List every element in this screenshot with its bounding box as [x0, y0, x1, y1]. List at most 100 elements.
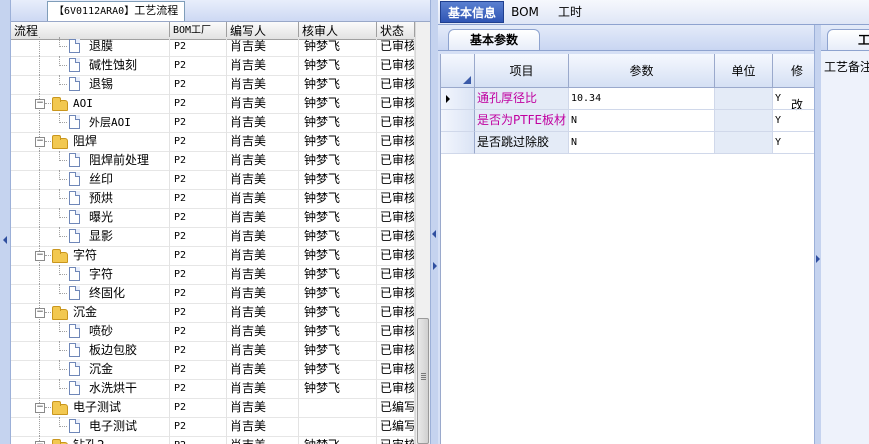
process-name-cell[interactable]: 曝光 [11, 208, 170, 227]
process-name-cell[interactable]: 终固化 [11, 284, 170, 303]
reviewer-cell: 钟梦飞 [299, 379, 377, 398]
process-name-cell[interactable]: − 阻焊 [11, 132, 170, 151]
tree-row[interactable]: 显影 P2 肖吉美 钟梦飞 已审核 [11, 227, 415, 247]
tree-row[interactable]: 电子测试 P2 肖吉美 已编写 [11, 417, 415, 437]
writer-cell: 肖吉美 [227, 284, 299, 303]
bom-factory-cell: P2 [170, 284, 227, 303]
document-icon [69, 324, 80, 338]
splitter-right-arrow-icon[interactable] [816, 255, 820, 263]
param-modify-cell[interactable]: Y [773, 88, 815, 110]
param-modify-cell[interactable]: Y [773, 110, 815, 132]
left-collapse-strip[interactable] [0, 0, 11, 444]
tree-row[interactable]: − 字符 P2 肖吉美 钟梦飞 已审核 [11, 246, 415, 266]
document-icon [69, 77, 80, 91]
tree-row[interactable]: 退膜 P2 肖吉美 钟梦飞 已审核 [11, 37, 415, 57]
tree-row[interactable]: 字符 P2 肖吉美 钟梦飞 已审核 [11, 265, 415, 285]
collapse-node-icon[interactable]: − [35, 251, 45, 261]
splitter-left-arrow-icon[interactable] [432, 230, 436, 238]
process-name-cell[interactable]: 碱性蚀刻 [11, 56, 170, 75]
bom-factory-cell: P2 [170, 246, 227, 265]
row-selector[interactable] [441, 132, 475, 154]
collapse-node-icon[interactable]: − [35, 99, 45, 109]
param-col-value[interactable]: 参数 [569, 54, 715, 88]
param-value-cell[interactable]: N [569, 110, 715, 132]
document-icon [69, 153, 80, 167]
collapse-node-icon[interactable]: − [35, 308, 45, 318]
tree-row[interactable]: − AOI P2 肖吉美 钟梦飞 已审核 [11, 94, 415, 114]
process-name-cell[interactable]: − 字符 [11, 246, 170, 265]
tree-row[interactable]: − 电子测试 P2 肖吉美 已编写 [11, 398, 415, 418]
tab-process-remark[interactable]: 工 [827, 29, 869, 50]
process-name-cell[interactable]: 显影 [11, 227, 170, 246]
tree-row[interactable]: 沉金 P2 肖吉美 钟梦飞 已审核 [11, 360, 415, 380]
tab-basic-info[interactable]: 基本信息 [440, 1, 504, 23]
param-col-unit[interactable]: 单位 [715, 54, 773, 88]
splitter-right-arrow-icon[interactable] [433, 262, 437, 270]
tree-row[interactable]: 预烘 P2 肖吉美 钟梦飞 已审核 [11, 189, 415, 209]
writer-cell: 肖吉美 [227, 208, 299, 227]
row-header-corner[interactable] [441, 54, 475, 88]
status-cell: 已审核 [377, 208, 415, 227]
row-selector[interactable] [441, 88, 475, 110]
param-row[interactable]: 是否为PTFE板材 N Y [441, 110, 815, 132]
bom-factory-cell: P2 [170, 322, 227, 341]
process-name-cell[interactable]: 退锡 [11, 75, 170, 94]
tree-row[interactable]: 外层AOI P2 肖吉美 钟梦飞 已审核 [11, 113, 415, 133]
process-name-cell[interactable]: 沉金 [11, 360, 170, 379]
reviewer-cell: 钟梦飞 [299, 75, 377, 94]
param-col-item[interactable]: 项目 [475, 54, 569, 88]
tab-bom[interactable]: BOM [508, 1, 542, 23]
tree-row[interactable]: − 沉金 P2 肖吉美 钟梦飞 已审核 [11, 303, 415, 323]
process-name-cell[interactable]: −钻孔2 [11, 436, 170, 444]
tree-row[interactable]: 板边包胶 P2 肖吉美 钟梦飞 已审核 [11, 341, 415, 361]
process-name-cell[interactable]: 预烘 [11, 189, 170, 208]
tree-row[interactable]: −钻孔2P2肖吉美钟梦飞已审核 [11, 436, 415, 444]
param-modify-cell[interactable]: Y [773, 132, 815, 154]
collapse-node-icon[interactable]: − [35, 403, 45, 413]
process-name-cell[interactable]: 字符 [11, 265, 170, 284]
tree-vertical-scrollbar[interactable] [415, 22, 431, 444]
tab-basic-params[interactable]: 基本参数 [448, 29, 540, 50]
select-all-icon [463, 76, 471, 84]
param-row[interactable]: 通孔厚径比 10.34 Y [441, 88, 815, 110]
tab-process-flow[interactable]: 【6V0112ARA0】工艺流程 [47, 1, 186, 21]
reviewer-cell: 钟梦飞 [299, 113, 377, 132]
tree-row[interactable]: 水洗烘干 P2 肖吉美 钟梦飞 已审核 [11, 379, 415, 399]
tree-row[interactable]: 喷砂 P2 肖吉美 钟梦飞 已审核 [11, 322, 415, 342]
tree-row[interactable]: 碱性蚀刻 P2 肖吉美 钟梦飞 已审核 [11, 56, 415, 76]
process-name-cell[interactable]: − 电子测试 [11, 398, 170, 417]
collapse-left-icon[interactable] [3, 236, 7, 244]
process-name-cell[interactable]: 退膜 [11, 37, 170, 56]
process-name-cell[interactable]: 板边包胶 [11, 341, 170, 360]
param-row[interactable]: 是否跳过除胶 N Y [441, 132, 815, 154]
tree-row[interactable]: 曝光 P2 肖吉美 钟梦飞 已审核 [11, 208, 415, 228]
row-selector[interactable] [441, 110, 475, 132]
process-name-cell[interactable]: − 沉金 [11, 303, 170, 322]
tree-row[interactable]: 退锡 P2 肖吉美 钟梦飞 已审核 [11, 75, 415, 95]
document-icon [69, 115, 80, 129]
tree-row[interactable]: 阻焊前处理 P2 肖吉美 钟梦飞 已审核 [11, 151, 415, 171]
tree-row[interactable]: 丝印 P2 肖吉美 钟梦飞 已审核 [11, 170, 415, 190]
process-name-cell[interactable]: 丝印 [11, 170, 170, 189]
tree-row[interactable]: − 阻焊 P2 肖吉美 钟梦飞 已审核 [11, 132, 415, 152]
param-col-modify[interactable]: 修改 [773, 54, 815, 112]
tree-row[interactable]: 终固化 P2 肖吉美 钟梦飞 已审核 [11, 284, 415, 304]
reviewer-cell: 钟梦飞 [299, 322, 377, 341]
tab-work-hours[interactable]: 工时 [552, 1, 588, 23]
status-cell: 已审核 [377, 341, 415, 360]
process-name-cell[interactable]: 喷砂 [11, 322, 170, 341]
process-name-cell[interactable]: 电子测试 [11, 417, 170, 436]
left-tab-bar: 【6V0112ARA0】工艺流程 [11, 0, 430, 22]
process-name-cell[interactable]: 水洗烘干 [11, 379, 170, 398]
document-icon [69, 267, 80, 281]
tree-line [59, 331, 67, 332]
process-name-label: 水洗烘干 [89, 381, 138, 395]
param-value-cell[interactable]: 10.34 [569, 88, 715, 110]
process-name-cell[interactable]: 外层AOI [11, 113, 170, 132]
collapse-node-icon[interactable]: − [35, 137, 45, 147]
scrollbar-thumb[interactable] [417, 318, 429, 444]
param-value-cell[interactable]: N [569, 132, 715, 154]
process-name-label: 外层AOI [89, 116, 131, 129]
process-name-cell[interactable]: 阻焊前处理 [11, 151, 170, 170]
process-name-cell[interactable]: − AOI [11, 94, 170, 113]
